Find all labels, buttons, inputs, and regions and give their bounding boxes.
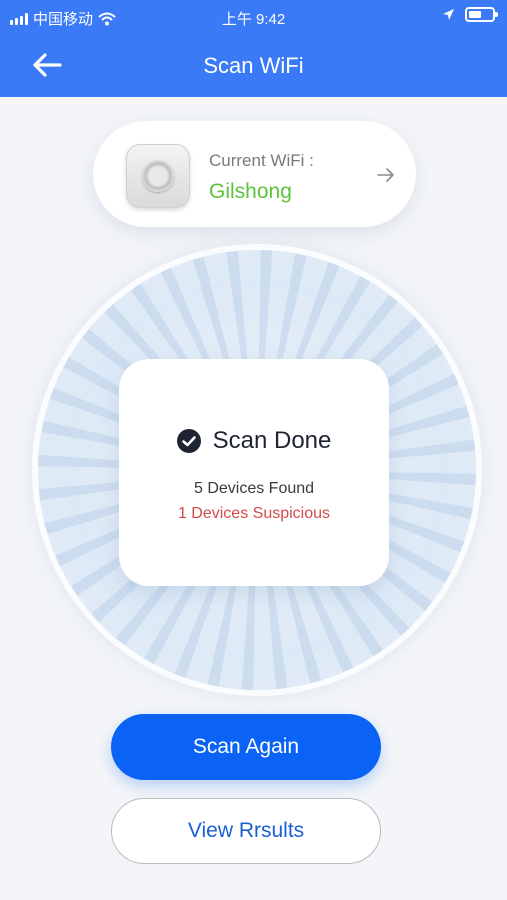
page-title: Scan WiFi xyxy=(203,53,304,78)
check-circle-icon xyxy=(176,429,201,453)
devices-found-text: 5 Devices Found xyxy=(193,480,315,497)
arrow-right-icon xyxy=(377,168,394,182)
status-time: 上午 9:42 xyxy=(221,11,286,28)
current-wifi-caption: Current WiFi : xyxy=(209,151,314,170)
status-right xyxy=(442,7,498,22)
router-icon xyxy=(126,144,190,208)
view-results-button[interactable]: View Rrsults xyxy=(111,798,381,864)
status-bar: 中国移动 上午 9:42 xyxy=(0,0,507,34)
devices-suspicious-text: 1 Devices Suspicious xyxy=(177,505,331,522)
scan-status-row: Scan Done xyxy=(119,427,389,455)
wifi-network-name: Gilshong xyxy=(209,180,292,203)
app-header: 中国移动 上午 9:42 Scan WiFi xyxy=(0,0,507,97)
scan-again-button[interactable]: Scan Again xyxy=(111,714,381,780)
scan-status-text: Scan Done xyxy=(212,427,332,454)
scan-result-card: Scan Done 5 Devices Found 1 Devices Susp… xyxy=(119,359,389,586)
current-wifi-card[interactable]: Current WiFi : Gilshong xyxy=(93,121,416,227)
location-icon xyxy=(443,9,454,20)
battery-icon xyxy=(465,7,498,22)
